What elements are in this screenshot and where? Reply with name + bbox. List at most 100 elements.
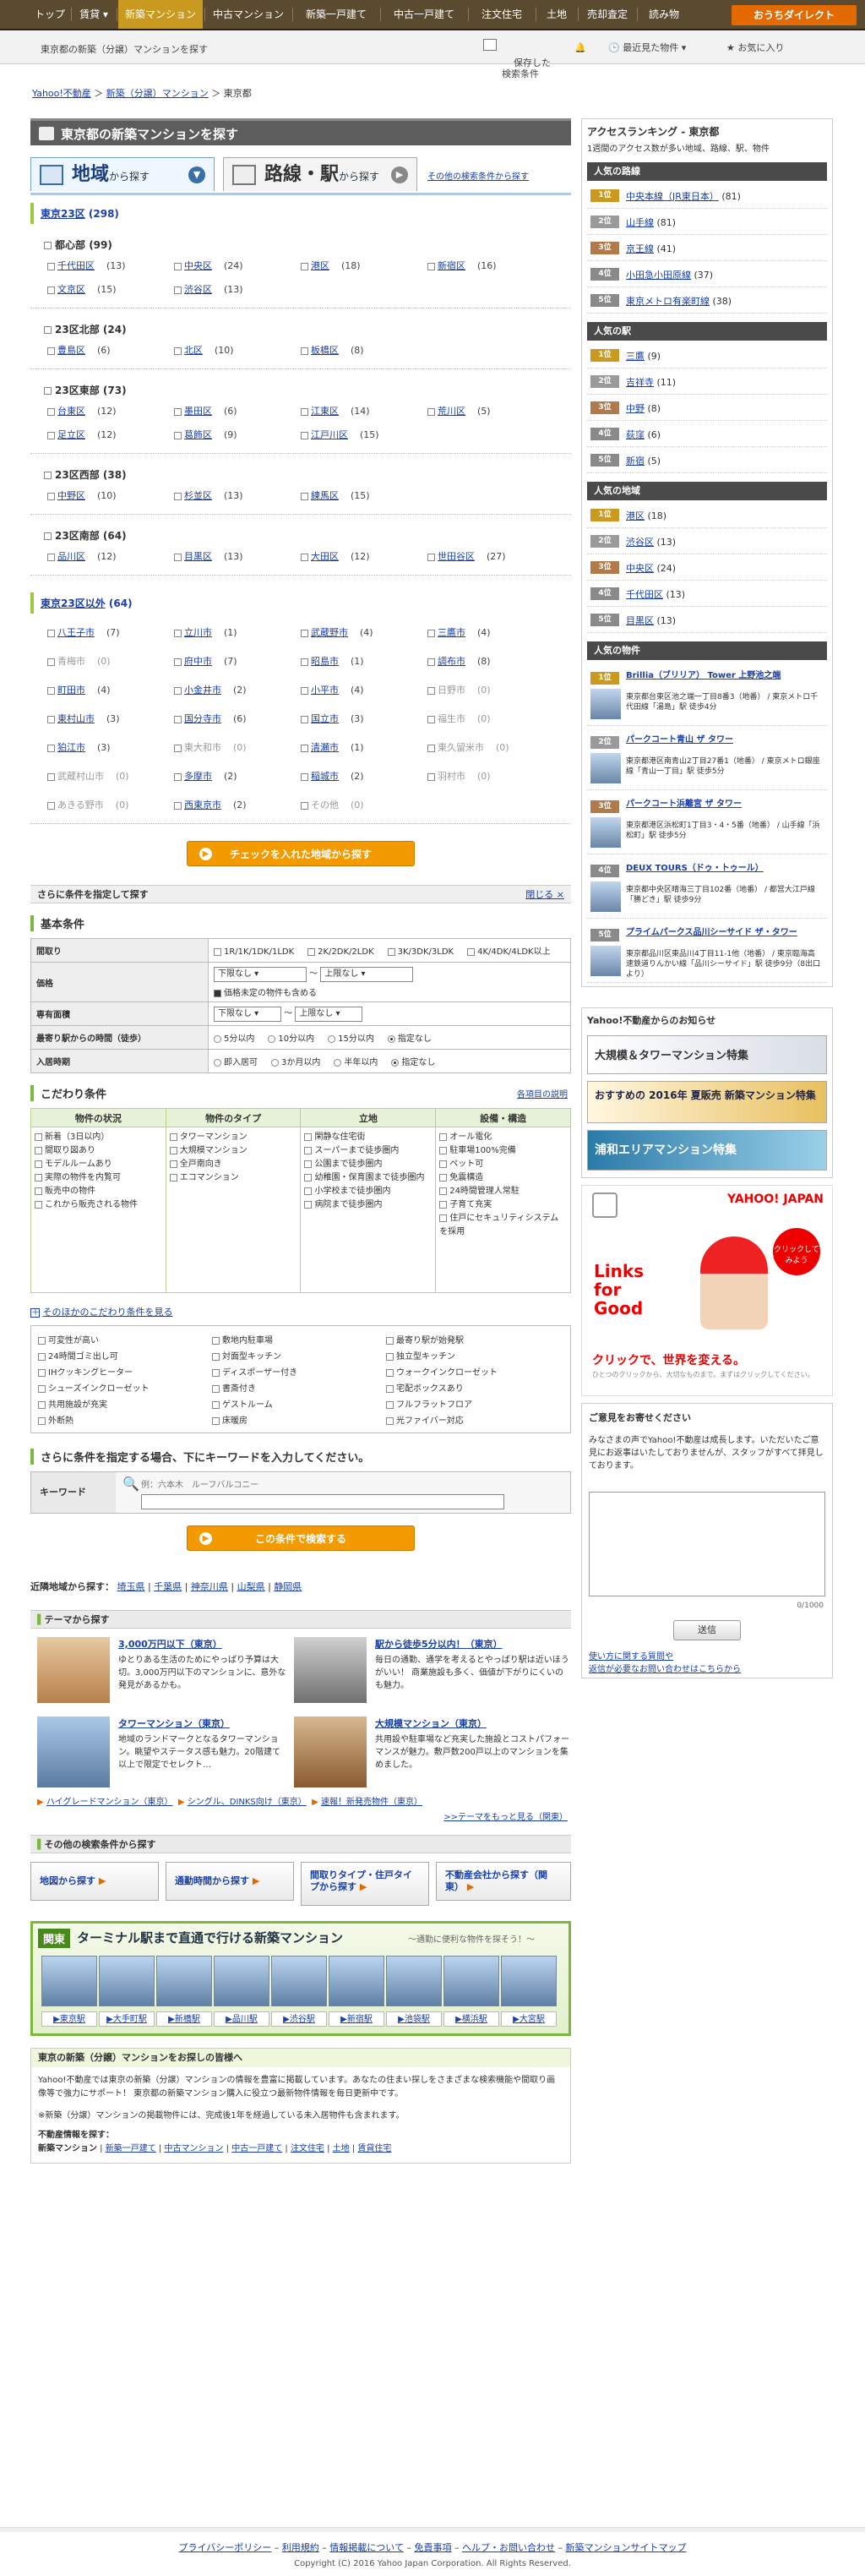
area-item[interactable]: 練馬区 (15) bbox=[301, 488, 427, 502]
checkbox[interactable] bbox=[304, 1187, 313, 1195]
checkbox[interactable] bbox=[44, 387, 52, 395]
info-other-used-mansion[interactable]: 中古マンション bbox=[164, 2144, 223, 2153]
city-item[interactable]: 羽村市 (0) bbox=[427, 769, 554, 783]
checkbox[interactable] bbox=[439, 1173, 448, 1182]
area-item[interactable]: 葛飾区 (9) bbox=[174, 428, 301, 441]
saved-search-link[interactable]: 保存した 検索条件 bbox=[481, 35, 566, 79]
nearby-kanagawa[interactable]: 神奈川県 bbox=[191, 1581, 228, 1592]
ranking-name[interactable]: 京王線 bbox=[626, 243, 654, 254]
area-item[interactable]: 北区 (10) bbox=[174, 343, 301, 357]
station-image[interactable] bbox=[271, 1956, 327, 2006]
more-kodawari-option[interactable]: 対面型キッチン bbox=[212, 1349, 373, 1362]
checkbox[interactable] bbox=[212, 1336, 220, 1345]
theme-2-title[interactable]: 駅から徒歩5分以内！（東京） bbox=[375, 1637, 569, 1651]
checkbox[interactable] bbox=[174, 492, 182, 500]
ranking-name[interactable]: 中央本線（JR東日本） bbox=[626, 191, 719, 202]
price-to-select[interactable]: 上限なし ▾ bbox=[320, 967, 414, 982]
nav-sell[interactable]: 売却査定 bbox=[579, 0, 635, 29]
station-image[interactable] bbox=[156, 1956, 212, 2006]
more-kodawari-option[interactable]: 最寄り駅が始発駅 bbox=[386, 1333, 547, 1345]
ranking-name[interactable]: 吉祥寺 bbox=[626, 377, 654, 388]
city-name[interactable]: 三鷹市 bbox=[438, 627, 465, 638]
movein-3m[interactable]: 3か月以内 bbox=[271, 1055, 320, 1067]
area-item-name[interactable]: 北区 bbox=[184, 345, 203, 356]
more-kodawari-option[interactable]: フルフラットフロア bbox=[386, 1397, 547, 1410]
city-item[interactable]: 青梅市 (0) bbox=[47, 654, 174, 668]
area-item[interactable]: 文京区 (15) bbox=[47, 282, 174, 296]
kodawari-option[interactable]: オール電化 bbox=[439, 1131, 567, 1144]
ranking-row[interactable]: 4位 荻窪 (6) bbox=[587, 421, 827, 447]
kodawari-option[interactable]: タワーマンション bbox=[169, 1131, 297, 1144]
info-other-used-house[interactable]: 中古一戸建て bbox=[231, 2144, 282, 2153]
nav-custom-house[interactable]: 注文住宅 bbox=[470, 0, 534, 29]
city-item[interactable]: 東村山市 (3) bbox=[47, 712, 174, 725]
station-link[interactable]: ▶新橋駅 bbox=[156, 2011, 212, 2027]
ranking-row[interactable]: 3位 中野 (8) bbox=[587, 395, 827, 421]
ranking-name[interactable]: 千代田区 bbox=[626, 589, 663, 600]
ranking-prop[interactable]: 1位 Brillia（ブリリア） Tower 上野池之端 東京都台東区池之端一丁目8… bbox=[587, 665, 827, 726]
checkbox[interactable] bbox=[304, 1146, 313, 1154]
ranking-name[interactable]: 山手線 bbox=[626, 217, 654, 228]
property-thumb[interactable] bbox=[590, 817, 621, 848]
crumb-home[interactable]: Yahoo!不動産 bbox=[32, 88, 91, 99]
property-thumb[interactable] bbox=[590, 881, 621, 912]
more-kodawari-option[interactable]: シューズインクローゼット bbox=[38, 1381, 199, 1394]
kodawari-option[interactable]: 幼稚園・保育園まで徒歩圏内 bbox=[304, 1171, 432, 1185]
station-link[interactable]: ▶東京駅 bbox=[41, 2011, 97, 2027]
more-kodawari-option[interactable]: ディスポーザー付き bbox=[212, 1365, 373, 1378]
footer-link[interactable]: 情報掲載について bbox=[329, 2542, 404, 2553]
station-image[interactable] bbox=[443, 1956, 499, 2006]
area-item[interactable]: 台東区 (12) bbox=[47, 404, 174, 418]
area-item-name[interactable]: 千代田区 bbox=[57, 260, 95, 271]
keyword-field[interactable] bbox=[141, 1494, 504, 1509]
area-item-name[interactable]: 渋谷区 bbox=[184, 284, 212, 295]
ranking-name[interactable]: 目黒区 bbox=[626, 615, 654, 626]
ranking-row[interactable]: 1位 中央本線（JR東日本） (81) bbox=[587, 183, 827, 209]
area-group-title[interactable]: 23区東部 (73) bbox=[44, 383, 571, 397]
checkbox[interactable] bbox=[47, 744, 55, 752]
city-name[interactable]: 東村山市 bbox=[57, 713, 95, 724]
info-other-rent[interactable]: 賃貸住宅 bbox=[357, 2144, 391, 2153]
area-item[interactable]: 渋谷区 (13) bbox=[174, 282, 301, 296]
size-from-select[interactable]: 下限なし ▾ bbox=[214, 1007, 281, 1022]
checkbox[interactable] bbox=[47, 658, 55, 666]
checkbox[interactable] bbox=[47, 801, 55, 810]
footer-link[interactable]: 新築マンションサイトマップ bbox=[565, 2542, 686, 2553]
area-item-name[interactable]: 杉並区 bbox=[184, 490, 212, 501]
checkbox[interactable] bbox=[174, 407, 182, 416]
checkbox[interactable] bbox=[427, 715, 435, 723]
checkbox[interactable] bbox=[174, 431, 182, 439]
info-other-custom[interactable]: 注文住宅 bbox=[291, 2144, 324, 2153]
ranking-row[interactable]: 2位 渋谷区 (13) bbox=[587, 528, 827, 554]
nav-top[interactable]: トップ bbox=[30, 0, 69, 29]
station-link[interactable]: ▶大手町駅 bbox=[99, 2011, 155, 2027]
checkbox[interactable] bbox=[386, 1336, 394, 1345]
kodawari-option[interactable]: モデルルームあり bbox=[35, 1158, 162, 1171]
kodawari-option[interactable]: 病院まで徒歩圏内 bbox=[304, 1198, 432, 1212]
checkbox[interactable] bbox=[174, 715, 182, 723]
area-item[interactable]: 江東区 (14) bbox=[301, 404, 427, 418]
area-item[interactable]: 世田谷区 (27) bbox=[427, 549, 554, 563]
area-item-name[interactable]: 世田谷区 bbox=[438, 551, 475, 562]
checkbox[interactable] bbox=[174, 629, 182, 637]
search-area-button[interactable]: ▶ チェックを入れた地域から探す bbox=[187, 841, 415, 866]
ranking-prop[interactable]: 5位 プライムパークス品川シーサイド ザ・タワー 東京都品川区東品川4丁目11-1他… bbox=[587, 922, 827, 983]
nav-rent[interactable]: 賃貸 ▾ bbox=[73, 0, 115, 29]
checkbox[interactable] bbox=[174, 801, 182, 810]
ranking-prop[interactable]: 4位 DEUX TOURS（ドゥ・トゥール） 東京都中央区晴海三丁目102番（地番）… bbox=[587, 858, 827, 919]
footer-link[interactable]: 利用規約 bbox=[282, 2542, 319, 2553]
ranking-row[interactable]: 1位 港区 (18) bbox=[587, 502, 827, 528]
checkbox[interactable] bbox=[47, 262, 55, 270]
theme-image-3[interactable] bbox=[37, 1716, 110, 1787]
checkbox[interactable] bbox=[386, 1384, 394, 1393]
checkbox[interactable] bbox=[35, 1187, 42, 1195]
checkbox[interactable] bbox=[47, 492, 55, 500]
more-kodawari-option[interactable]: IHクッキングヒーター bbox=[38, 1365, 199, 1378]
checkbox[interactable] bbox=[439, 1214, 448, 1222]
info-other-land[interactable]: 土地 bbox=[333, 2144, 350, 2153]
city-item[interactable]: 清瀬市 (1) bbox=[301, 740, 427, 754]
checkbox[interactable] bbox=[35, 1132, 42, 1141]
city-name[interactable]: 小平市 bbox=[311, 685, 339, 696]
checkbox[interactable] bbox=[47, 715, 55, 723]
city-name[interactable]: 立川市 bbox=[184, 627, 212, 638]
